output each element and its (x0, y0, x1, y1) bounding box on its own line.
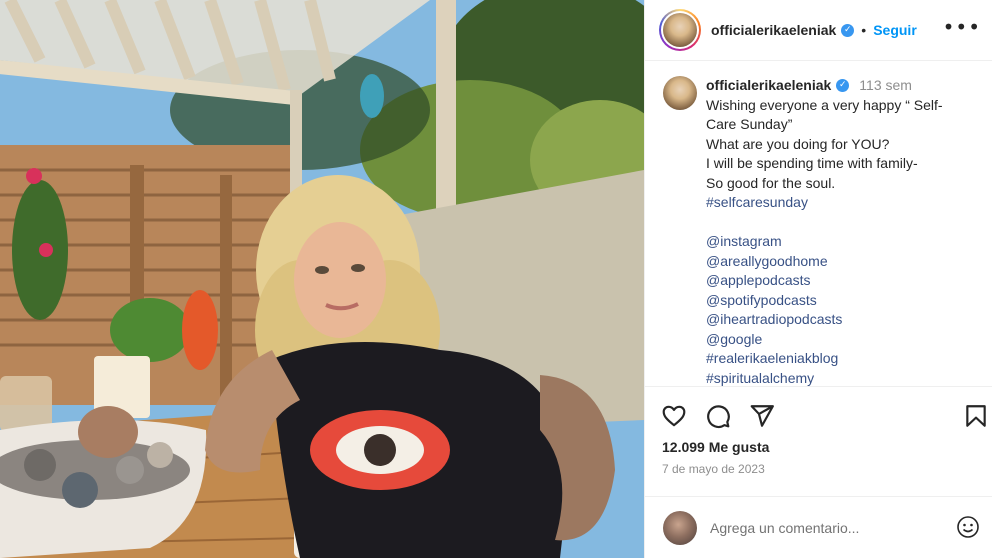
post-photo-illustration (0, 0, 644, 558)
actions-bar: 12.099 Me gusta 7 de mayo de 2023 (645, 386, 992, 496)
current-user-avatar (663, 510, 697, 545)
caption-line: What are you doing for YOU? (706, 135, 890, 152)
hashtag-link[interactable]: #selfcaresunday (706, 193, 943, 213)
emoji-icon[interactable] (956, 515, 980, 539)
post-date[interactable]: 7 de mayo de 2023 (662, 462, 765, 476)
separator-dot: • (861, 22, 867, 38)
mention-link[interactable]: @areallygoodhome (706, 252, 943, 272)
avatar (663, 13, 697, 47)
post-header: officialerikaeleniak ✓ • Seguir ••• (645, 0, 992, 61)
mention-link[interactable]: @iheartradiopodcasts (706, 310, 943, 330)
likes-count[interactable]: 12.099 Me gusta (662, 439, 769, 455)
story-ring-avatar[interactable] (659, 9, 701, 51)
caption-username[interactable]: officialerikaeleniak (706, 76, 831, 96)
send-icon[interactable] (749, 403, 775, 429)
caption-line: Wishing everyone a very happy “ Self- (706, 96, 943, 113)
mention-link[interactable]: @google (706, 330, 943, 350)
bookmark-icon[interactable] (963, 403, 989, 429)
hashtag-link[interactable]: #spiritualalchemy (706, 369, 943, 387)
post-photo[interactable] (0, 0, 644, 558)
comment-bar (645, 496, 992, 558)
header-username[interactable]: officialerikaeleniak (711, 22, 836, 38)
comment-input[interactable] (710, 519, 940, 536)
caption-line: Care Sunday” (706, 116, 793, 132)
post-age[interactable]: 113 sem (859, 76, 912, 96)
follow-button[interactable]: Seguir (873, 22, 917, 38)
hashtag-link[interactable]: #realerikaeleniakblog (706, 349, 943, 369)
caption-body: officialerikaeleniak ✓ 113 sem Wishing e… (706, 76, 943, 386)
caption-line: So good for the soul. (706, 174, 836, 191)
comment-icon[interactable] (705, 403, 731, 429)
verified-badge-icon: ✓ (836, 79, 850, 93)
caption-avatar[interactable] (663, 76, 697, 110)
more-options-icon[interactable]: ••• (943, 17, 981, 37)
verified-badge-icon: ✓ (841, 23, 855, 37)
post-side-panel: officialerikaeleniak ✓ • Seguir ••• offi… (644, 0, 992, 558)
heart-icon[interactable] (661, 403, 687, 429)
mention-link[interactable]: @applepodcasts (706, 271, 943, 291)
caption-area[interactable]: officialerikaeleniak ✓ 113 sem Wishing e… (645, 62, 992, 386)
mention-link[interactable]: @spotifypodcasts (706, 291, 943, 311)
mention-link[interactable]: @instagram (706, 232, 943, 252)
caption-line: I will be spending time with family- (706, 155, 918, 171)
